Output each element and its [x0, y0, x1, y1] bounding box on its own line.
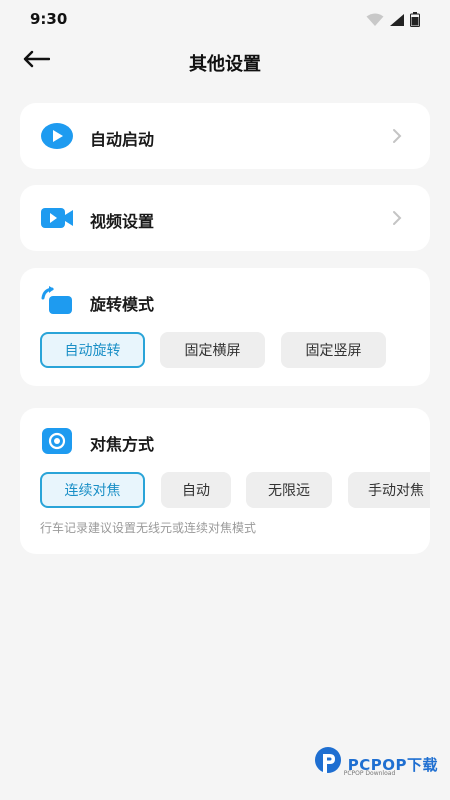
video-camera-icon — [40, 204, 74, 232]
video-settings-label: 视频设置 — [90, 212, 155, 231]
cellular-signal-icon — [389, 12, 405, 31]
focus-mode-label: 对焦方式 — [90, 435, 155, 454]
auto-start-label: 自动启动 — [90, 130, 155, 149]
header: 其他设置 — [0, 40, 450, 86]
status-bar: 9:30 — [0, 0, 450, 38]
focus-options: 连续对焦 自动 无限远 手动对焦 — [40, 472, 430, 508]
option-fixed-landscape[interactable]: 固定横屏 — [160, 332, 265, 368]
chevron-right-icon — [390, 208, 404, 228]
chevron-right-icon — [390, 126, 404, 146]
focus-hint-text: 行车记录建议设置无线元或连续对焦模式 — [40, 521, 257, 535]
option-auto-focus[interactable]: 自动 — [161, 472, 231, 508]
page-title: 其他设置 — [189, 54, 261, 75]
rotation-options: 自动旋转 固定横屏 固定竖屏 — [40, 332, 386, 368]
battery-icon — [410, 12, 420, 31]
focus-target-icon — [40, 427, 74, 455]
option-fixed-portrait[interactable]: 固定竖屏 — [281, 332, 386, 368]
pcpop-watermark: PCPOP下载 PCPOP Download — [312, 746, 438, 782]
status-icons — [366, 12, 420, 31]
watermark-subtext: PCPOP Download — [343, 770, 396, 777]
play-circle-icon — [40, 122, 74, 150]
video-settings-row[interactable]: 视频设置 — [20, 185, 430, 251]
focus-options-scroll[interactable]: 连续对焦 自动 无限远 手动对焦 — [40, 472, 430, 508]
option-auto-rotate[interactable]: 自动旋转 — [40, 332, 145, 368]
focus-mode-card: 对焦方式 连续对焦 自动 无限远 手动对焦 行车记录建议设置无线元或连续对焦模式 — [20, 408, 430, 554]
status-time: 9:30 — [30, 10, 68, 28]
rotation-mode-label: 旋转模式 — [90, 295, 155, 314]
option-continuous-focus[interactable]: 连续对焦 — [40, 472, 145, 508]
option-manual-focus[interactable]: 手动对焦 — [348, 472, 430, 508]
auto-start-row[interactable]: 自动启动 — [20, 103, 430, 169]
wifi-icon — [366, 12, 384, 31]
pcpop-logo-icon — [312, 746, 344, 782]
rotation-mode-card: 旋转模式 自动旋转 固定横屏 固定竖屏 — [20, 268, 430, 386]
rotate-screen-icon — [40, 286, 74, 315]
option-infinity-focus[interactable]: 无限远 — [246, 472, 332, 508]
